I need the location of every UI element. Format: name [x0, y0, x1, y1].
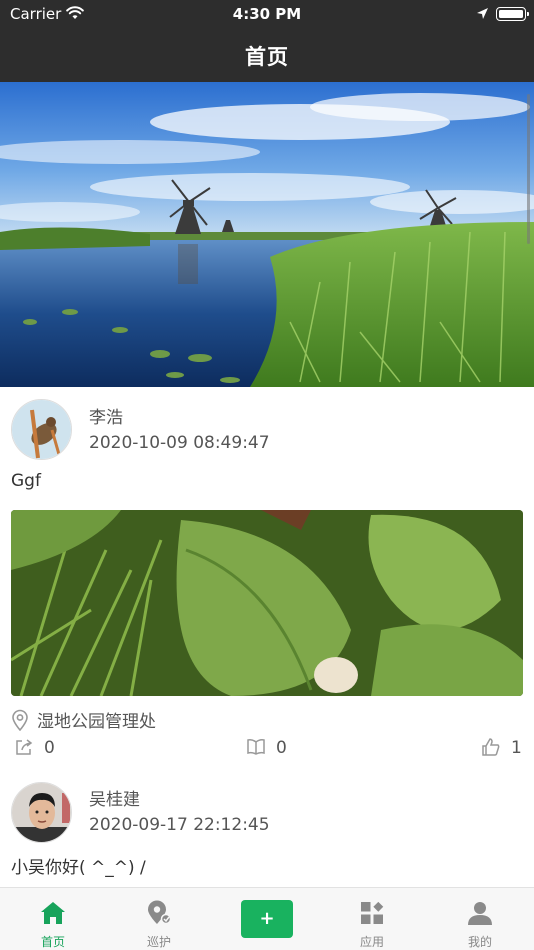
scrollbar[interactable] [527, 94, 530, 244]
feed-scroll-view[interactable]: 李浩 2020-10-09 08:49:47 Ggf 湿地公园管理处 0 0 1… [0, 82, 534, 887]
tab-label: 应用 [359, 935, 384, 949]
read-count: 0 [276, 738, 287, 758]
tab-label: 巡护 [146, 935, 171, 949]
feed-post: 吴桂建 2020-09-17 22:12:45 小吴你好( ^_^) / [0, 777, 534, 887]
top-bar: Carrier 4:30 PM 首页 [0, 0, 534, 82]
home-icon [41, 902, 65, 924]
post-author[interactable]: 吴桂建 [89, 785, 140, 810]
battery-icon [496, 7, 529, 21]
banner-image[interactable] [0, 82, 534, 387]
post-text: 小吴你好( ^_^) / [11, 858, 146, 878]
post-text: Ggf [11, 471, 41, 491]
like-button[interactable]: 1 [481, 738, 522, 758]
post-location[interactable]: 湿地公园管理处 [11, 707, 156, 732]
apps-icon [361, 901, 384, 924]
tab-apps[interactable]: 应用 [332, 888, 412, 950]
patrol-icon [148, 900, 172, 925]
tab-profile[interactable]: 我的 [440, 888, 520, 950]
tab-patrol[interactable]: 巡护 [119, 888, 199, 950]
avatar[interactable] [11, 399, 72, 460]
post-location-label: 湿地公园管理处 [37, 712, 156, 732]
book-icon [247, 739, 265, 755]
location-arrow-icon [477, 8, 488, 19]
like-count: 1 [511, 738, 522, 758]
feed-post: 李浩 2020-10-09 08:49:47 Ggf 湿地公园管理处 0 0 1 [0, 387, 534, 777]
location-pin-icon [12, 709, 28, 732]
tab-bar: 首页 巡护 + 应用 我的 [0, 887, 534, 950]
page-title: 首页 [245, 45, 289, 69]
share-button[interactable]: 0 [14, 738, 55, 758]
share-count: 0 [44, 738, 55, 758]
post-author[interactable]: 李浩 [89, 403, 123, 428]
clock: 4:30 PM [232, 5, 302, 23]
post-photo[interactable] [11, 510, 523, 696]
tab-label: 首页 [40, 935, 65, 949]
avatar[interactable] [11, 782, 72, 843]
app-screen: Carrier 4:30 PM 首页 李浩 2020-10-09 08:49:4… [0, 0, 534, 950]
add-post-button[interactable]: + [241, 900, 293, 938]
status-bar: Carrier 4:30 PM [0, 0, 534, 28]
post-timestamp: 2020-10-09 08:49:47 [89, 433, 270, 453]
share-icon [16, 739, 33, 755]
post-timestamp: 2020-09-17 22:12:45 [89, 815, 270, 835]
read-button[interactable]: 0 [246, 738, 287, 758]
tab-home[interactable]: 首页 [13, 888, 93, 950]
thumbs-up-icon [482, 738, 500, 756]
profile-icon [468, 902, 492, 925]
tab-label: 我的 [467, 935, 492, 949]
